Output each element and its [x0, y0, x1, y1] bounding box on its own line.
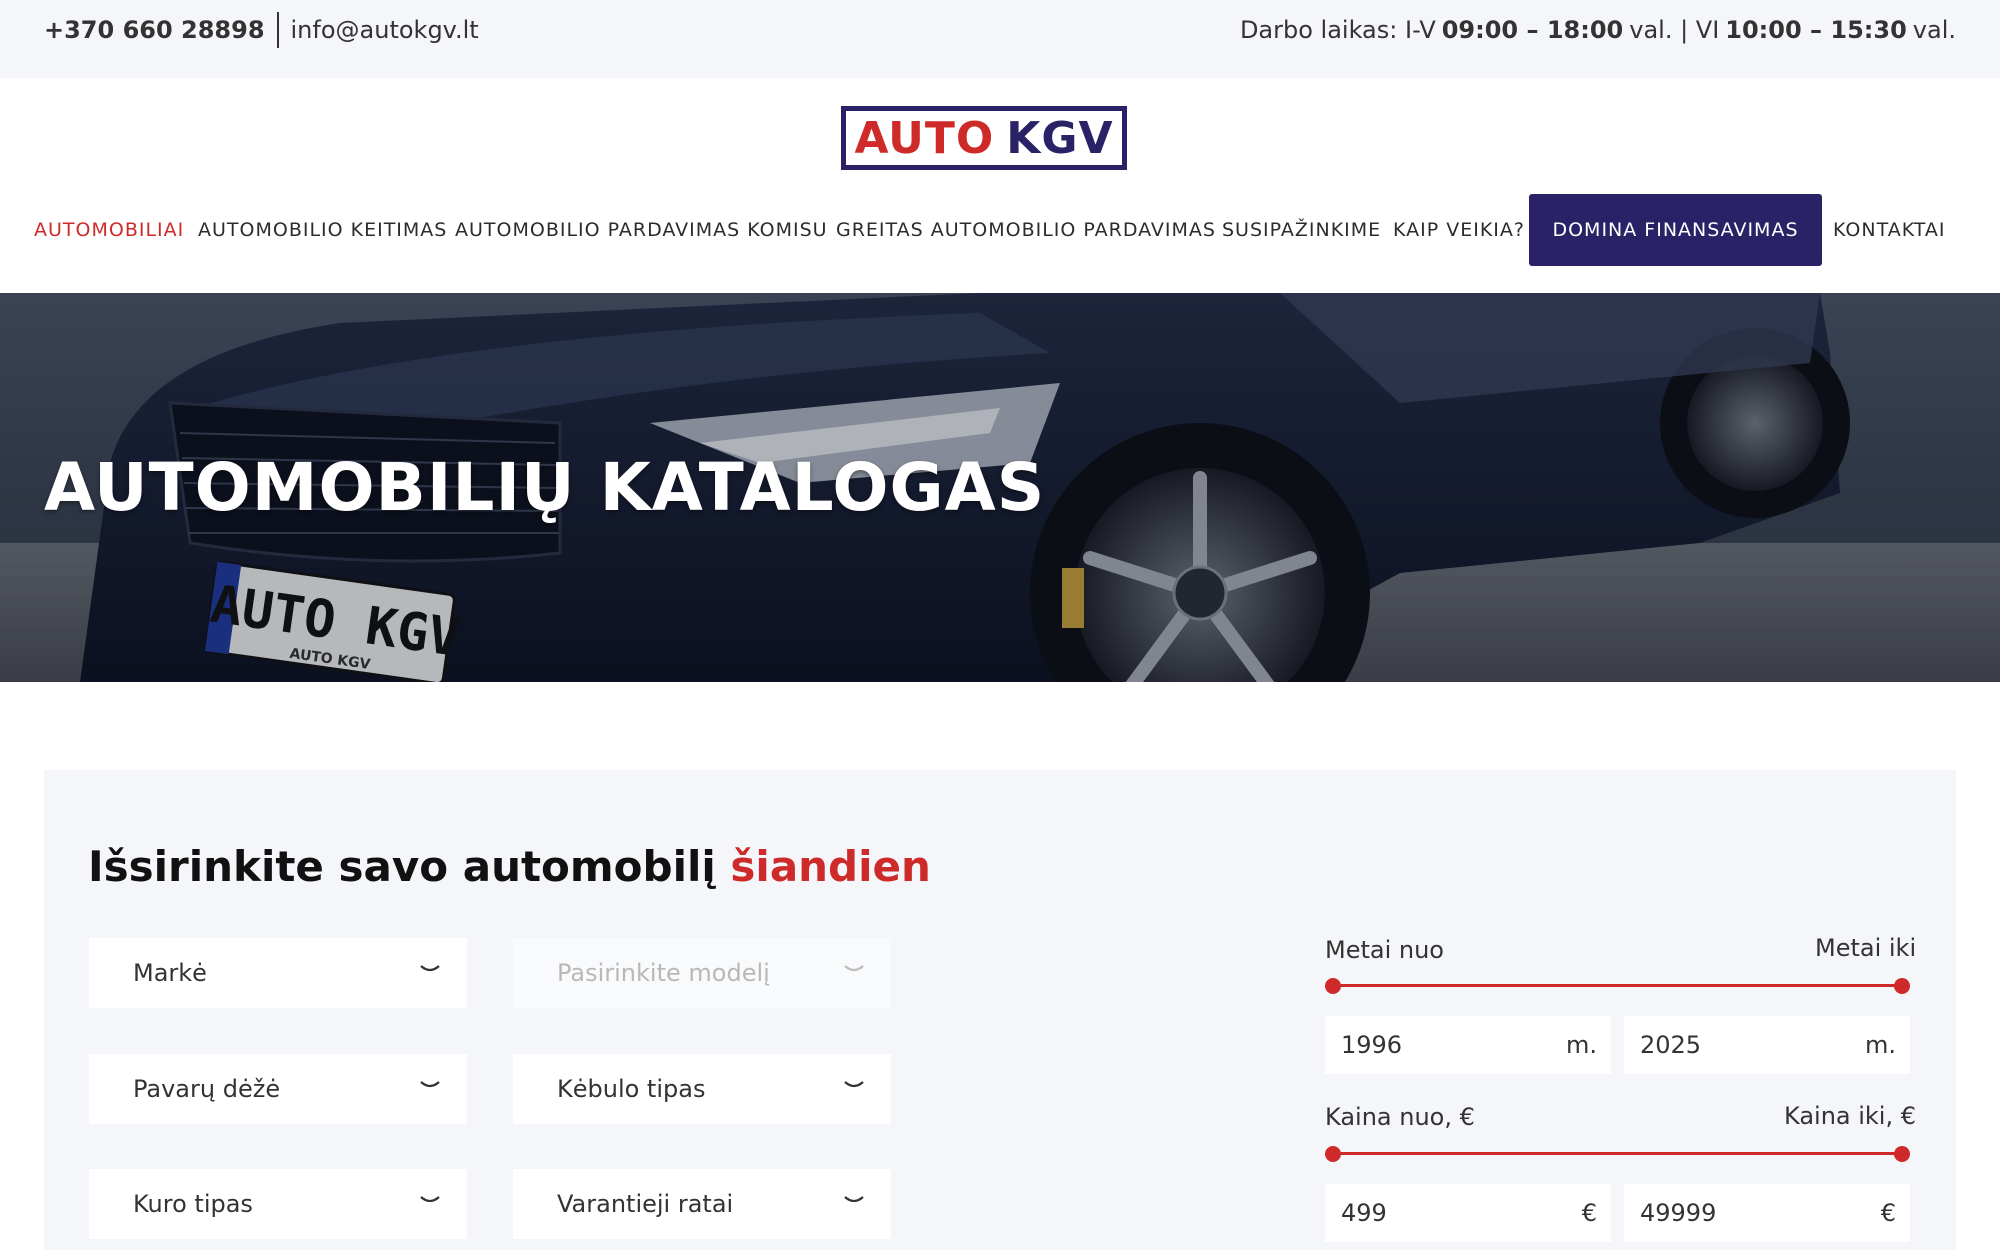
price-slider-track — [1333, 1152, 1902, 1155]
euro-unit: € — [1880, 1199, 1896, 1227]
phone-link[interactable]: +370 660 28898 — [44, 16, 265, 44]
model-select[interactable]: Pasirinkite modelį — [513, 938, 891, 1008]
price-to-input[interactable]: 49999 € — [1624, 1184, 1910, 1242]
nav-item-kontaktai[interactable]: KONTAKTAI — [1833, 194, 1945, 266]
price-to-label: Kaina iki, € — [1784, 1102, 1916, 1130]
year-unit: m. — [1565, 1031, 1597, 1059]
fuel-type-select[interactable]: Kuro tipas — [89, 1169, 467, 1239]
nav-item-kaip-veikia[interactable]: KAIP VEIKIA? — [1393, 194, 1525, 266]
price-from-input[interactable]: 499 € — [1325, 1184, 1611, 1242]
page-title: AUTOMOBILIŲ KATALOGAS — [44, 449, 1046, 526]
price-to-value: 49999 — [1640, 1199, 1717, 1227]
contact-info: +370 660 28898 info@autokgv.lt — [44, 12, 479, 48]
logo-part-auto: AUTO — [854, 112, 995, 164]
nav-item-automobilio-keitimas[interactable]: AUTOMOBILIO KEITIMAS — [198, 194, 447, 266]
year-slider-track — [1333, 984, 1902, 987]
year-unit: m. — [1864, 1031, 1896, 1059]
chevron-down-icon — [420, 965, 440, 972]
nav-item-susipazinkime[interactable]: SUSIPAŽINKIME — [1222, 194, 1381, 266]
price-from-value: 499 — [1341, 1199, 1387, 1227]
filter-title-main: Išsirinkite savo automobilį — [88, 842, 716, 891]
drive-wheels-select[interactable]: Varantieji ratai — [513, 1169, 891, 1239]
drive-wheels-select-label: Varantieji ratai — [557, 1190, 734, 1218]
financing-button[interactable]: DOMINA FINANSAVIMAS — [1529, 194, 1822, 266]
chevron-down-icon — [844, 965, 864, 972]
chevron-down-icon — [420, 1081, 440, 1088]
divider — [276, 12, 279, 48]
chevron-down-icon — [844, 1196, 864, 1203]
hours-weekday: 09:00 – 18:00 — [1441, 16, 1624, 44]
top-info-bar: +370 660 28898 info@autokgv.lt Darbo lai… — [0, 0, 2000, 78]
search-filter-panel: Išsirinkite savo automobilį šiandien Mar… — [44, 770, 1956, 1250]
hours-suffix: val. — [1912, 16, 1956, 44]
year-from-input[interactable]: 1996 m. — [1325, 1016, 1611, 1074]
site-logo[interactable]: AUTO KGV — [841, 106, 1127, 170]
filter-title-accent: šiandien — [730, 842, 931, 891]
filter-title: Išsirinkite savo automobilį šiandien — [88, 842, 931, 891]
price-min-handle[interactable] — [1325, 1146, 1341, 1162]
working-hours: Darbo laikas: I-V 09:00 – 18:00 val. | V… — [1240, 14, 1956, 46]
nav-item-pardavimas-komisu[interactable]: AUTOMOBILIO PARDAVIMAS KOMISU — [455, 194, 828, 266]
hours-prefix: Darbo laikas: I-V — [1239, 16, 1436, 44]
nav-item-greitas-pardavimas[interactable]: GREITAS AUTOMOBILIO PARDAVIMAS — [836, 194, 1216, 266]
make-select[interactable]: Markė — [89, 938, 467, 1008]
price-range-slider[interactable] — [1325, 1146, 1910, 1162]
nav-item-automobiliai[interactable]: AUTOMOBILIAI — [34, 194, 184, 266]
year-from-label: Metai nuo — [1325, 936, 1444, 964]
year-to-value: 2025 — [1640, 1031, 1702, 1059]
euro-unit: € — [1581, 1199, 1597, 1227]
gearbox-select-label: Pavarų dėžė — [133, 1075, 281, 1103]
gearbox-select[interactable]: Pavarų dėžė — [89, 1054, 467, 1124]
body-type-select-label: Kėbulo tipas — [557, 1075, 706, 1103]
year-max-handle[interactable] — [1894, 978, 1910, 994]
make-select-label: Markė — [133, 959, 207, 987]
price-max-handle[interactable] — [1894, 1146, 1910, 1162]
logo-part-kgv: KGV — [1006, 112, 1114, 164]
year-to-label: Metai iki — [1815, 934, 1917, 962]
year-from-value: 1996 — [1341, 1031, 1403, 1059]
hours-saturday: 10:00 – 15:30 — [1725, 16, 1907, 44]
hero-banner: AUTO KGV AUTO KGV AUTOMOBILIŲ KATALOGAS — [0, 293, 2000, 682]
email-link[interactable]: info@autokgv.lt — [291, 16, 479, 44]
main-navigation: AUTOMOBILIAI AUTOMOBILIO KEITIMAS AUTOMO… — [0, 194, 2000, 266]
price-from-label: Kaina nuo, € — [1325, 1103, 1475, 1131]
model-select-label: Pasirinkite modelį — [557, 959, 770, 987]
year-min-handle[interactable] — [1325, 978, 1341, 994]
fuel-type-select-label: Kuro tipas — [133, 1190, 253, 1218]
year-to-input[interactable]: 2025 m. — [1624, 1016, 1910, 1074]
chevron-down-icon — [844, 1081, 864, 1088]
year-range-slider[interactable] — [1325, 978, 1910, 994]
body-type-select[interactable]: Kėbulo tipas — [513, 1054, 891, 1124]
chevron-down-icon — [420, 1196, 440, 1203]
hours-mid: val. | VI — [1629, 16, 1720, 44]
